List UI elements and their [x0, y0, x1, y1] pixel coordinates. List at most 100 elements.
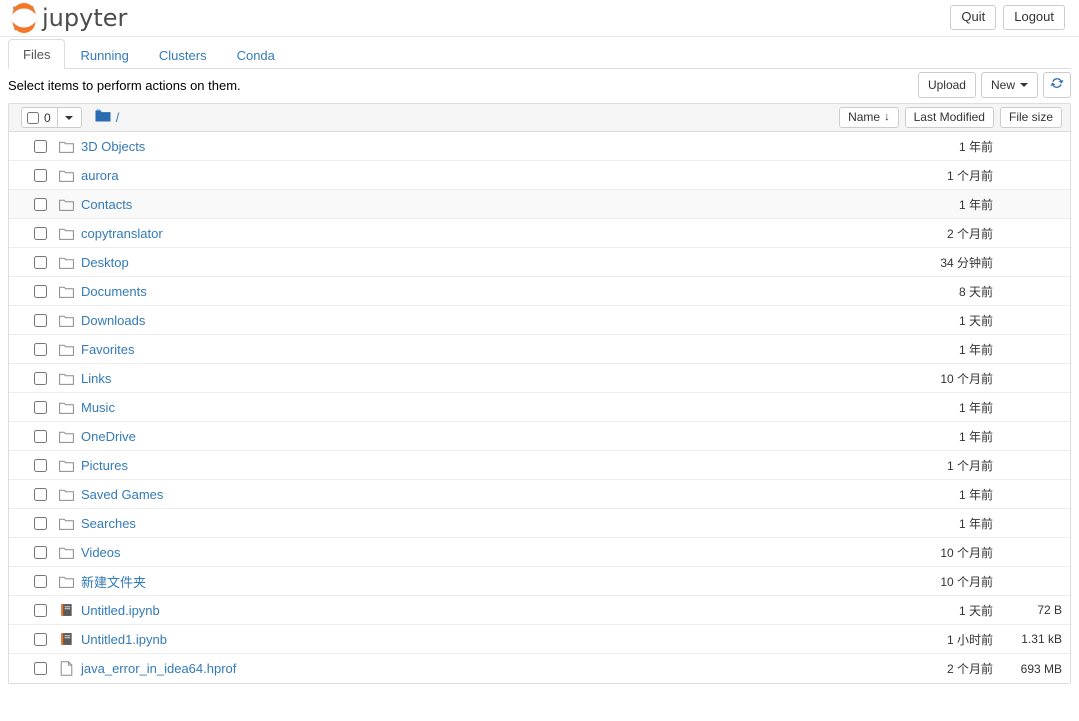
folder-icon: [58, 515, 74, 531]
file-row[interactable]: Untitled.ipynb 1 天前 72 B: [9, 596, 1070, 625]
refresh-button[interactable]: [1043, 72, 1071, 98]
sort-by-name-button[interactable]: Name ↓: [839, 107, 899, 128]
file-list-panel: 0 / Name ↓ Last Modified File size 3D Ob…: [8, 103, 1071, 684]
row-checkbox[interactable]: [34, 603, 47, 617]
col-name-label: Name: [848, 110, 881, 124]
file-row[interactable]: java_error_in_idea64.hprof 2 个月前 693 MB: [9, 654, 1070, 683]
row-checkbox[interactable]: [34, 662, 47, 675]
row-name-link[interactable]: Desktop: [81, 255, 129, 270]
toolbar: Select items to perform actions on them.…: [8, 69, 1071, 103]
row-name-link[interactable]: Untitled1.ipynb: [81, 632, 167, 647]
row-name-link[interactable]: Videos: [81, 545, 121, 560]
select-all-group: 0: [21, 107, 82, 128]
jupyter-logo-icon: [8, 2, 40, 34]
row-name-link[interactable]: Favorites: [81, 342, 134, 357]
row-checkbox[interactable]: [34, 632, 47, 646]
jupyter-home-link[interactable]: jupyter: [8, 2, 127, 34]
file-row[interactable]: Contacts 1 年前: [9, 190, 1070, 219]
row-checkbox[interactable]: [34, 313, 47, 327]
row-checkbox[interactable]: [34, 226, 47, 240]
row-name-link[interactable]: Saved Games: [81, 487, 163, 502]
row-name-link[interactable]: Documents: [81, 284, 147, 299]
row-name-link[interactable]: OneDrive: [81, 429, 136, 444]
file-row[interactable]: aurora 1 个月前: [9, 161, 1070, 190]
row-checkbox[interactable]: [34, 400, 47, 414]
row-name-link[interactable]: Contacts: [81, 197, 132, 212]
row-name-link[interactable]: aurora: [81, 168, 119, 183]
row-name-link[interactable]: Links: [81, 371, 111, 386]
toolbar-message: Select items to perform actions on them.: [8, 78, 241, 93]
tab-files[interactable]: Files: [8, 39, 66, 69]
row-checkbox[interactable]: [34, 139, 47, 153]
tab-clusters[interactable]: Clusters: [144, 40, 222, 69]
file-row[interactable]: Videos 10 个月前: [9, 538, 1070, 567]
file-row[interactable]: Pictures 1 个月前: [9, 451, 1070, 480]
file-row[interactable]: Saved Games 1 年前: [9, 480, 1070, 509]
sort-by-size-button[interactable]: File size: [999, 107, 1062, 128]
folder-icon: [58, 399, 74, 415]
row-checkbox[interactable]: [34, 371, 47, 385]
row-modified: 1 年前: [958, 429, 993, 444]
select-all-checkbox[interactable]: [27, 111, 39, 124]
row-name-link[interactable]: Searches: [81, 516, 136, 531]
file-row[interactable]: Documents 8 天前: [9, 277, 1070, 306]
row-checkbox[interactable]: [34, 574, 47, 588]
file-row[interactable]: copytranslator 2 个月前: [9, 219, 1070, 248]
folder-icon: [58, 573, 74, 589]
row-modified: 1 个月前: [946, 458, 993, 473]
row-checkbox[interactable]: [34, 458, 47, 472]
row-checkbox[interactable]: [34, 197, 47, 211]
folder-icon: [58, 341, 74, 357]
row-modified: 2 个月前: [946, 662, 993, 676]
file-rows-container: 3D Objects 1 年前 aurora 1 个月前 Contacts 1 年前 cop…: [9, 132, 1070, 683]
tab-conda[interactable]: Conda: [222, 40, 290, 69]
column-header-buttons: Name ↓ Last Modified File size: [839, 107, 1062, 128]
file-row[interactable]: Favorites 1 年前: [9, 335, 1070, 364]
row-name-link[interactable]: 3D Objects: [81, 139, 145, 154]
file-row[interactable]: Untitled1.ipynb 1 小时前 1.31 kB: [9, 625, 1070, 654]
new-dropdown-button[interactable]: New: [980, 72, 1038, 98]
file-row[interactable]: Searches 1 年前: [9, 509, 1070, 538]
select-all-checkbox-wrap[interactable]: 0: [21, 107, 58, 128]
row-checkbox[interactable]: [34, 168, 47, 182]
tab-item: Files: [8, 39, 66, 69]
row-checkbox[interactable]: [34, 284, 47, 298]
row-size: 693 MB: [1020, 661, 1062, 676]
quit-button[interactable]: Quit: [950, 5, 997, 30]
new-button-label: New: [990, 77, 1015, 92]
row-checkbox[interactable]: [34, 487, 47, 501]
select-dropdown-button[interactable]: [57, 107, 82, 128]
row-checkbox[interactable]: [34, 429, 47, 443]
row-checkbox[interactable]: [34, 342, 47, 356]
row-checkbox[interactable]: [34, 516, 47, 530]
row-modified: 8 天前: [958, 284, 993, 299]
row-name-link[interactable]: java_error_in_idea64.hprof: [81, 661, 236, 676]
folder-open-icon: [95, 109, 111, 126]
upload-button[interactable]: Upload: [917, 72, 976, 98]
tab-running[interactable]: Running: [65, 40, 143, 69]
top-navbar: jupyter Quit Logout: [0, 0, 1079, 37]
row-name-link[interactable]: Music: [81, 400, 115, 415]
row-checkbox[interactable]: [34, 255, 47, 269]
file-row[interactable]: 3D Objects 1 年前: [9, 132, 1070, 161]
row-name-link[interactable]: 新建文件夹: [81, 572, 146, 591]
row-name-link[interactable]: Pictures: [81, 458, 128, 473]
row-modified: 2 个月前: [946, 226, 993, 241]
row-name-link[interactable]: copytranslator: [81, 226, 163, 241]
file-row[interactable]: 新建文件夹 10 个月前: [9, 567, 1070, 596]
row-name-link[interactable]: Downloads: [81, 313, 145, 328]
chevron-down-icon: [1020, 82, 1028, 87]
row-name-link[interactable]: Untitled.ipynb: [81, 603, 160, 618]
folder-icon: [58, 225, 74, 241]
file-row[interactable]: Downloads 1 天前: [9, 306, 1070, 335]
folder-icon: [58, 544, 74, 560]
file-row[interactable]: Desktop 34 分钟前: [9, 248, 1070, 277]
file-row[interactable]: OneDrive 1 年前: [9, 422, 1070, 451]
sort-by-modified-button[interactable]: Last Modified: [904, 107, 994, 128]
file-row[interactable]: Music 1 年前: [9, 393, 1070, 422]
logout-button[interactable]: Logout: [1003, 5, 1065, 30]
breadcrumb-root-link[interactable]: /: [116, 110, 120, 125]
row-checkbox[interactable]: [34, 545, 47, 559]
folder-icon: [58, 486, 74, 502]
file-row[interactable]: Links 10 个月前: [9, 364, 1070, 393]
